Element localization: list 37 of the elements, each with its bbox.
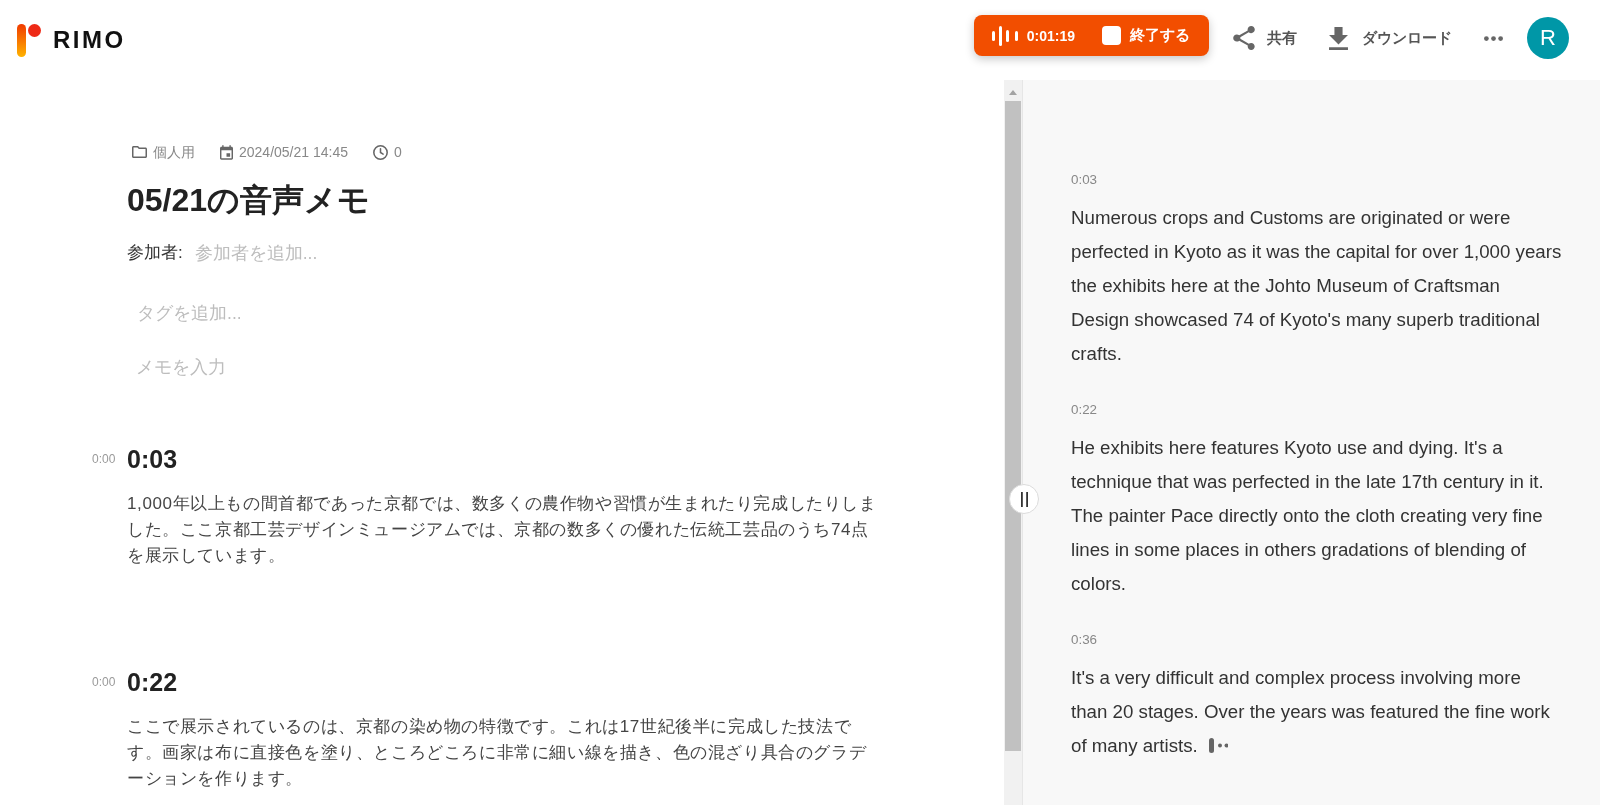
- offset-time: 0:00: [92, 451, 117, 468]
- avatar[interactable]: R: [1527, 17, 1569, 59]
- waveform-icon: [991, 25, 1018, 46]
- offset-time: 0:00: [92, 674, 117, 691]
- scrollbar-thumb[interactable]: [1005, 101, 1021, 751]
- segment-text: ここで展示されているのは、京都の染め物の特徴です。これは17世紀後半に完成した技法です。画家は布に直接色を塗り、ところどころに非常に細い線を描き、色の混ざり具合のグラデーションを作ります。: [127, 716, 868, 790]
- folder-icon: [132, 146, 147, 158]
- calendar-icon: [220, 144, 233, 160]
- date-text: 2024/05/21 14:45: [239, 143, 348, 162]
- transcript-time: 0:03: [1071, 171, 1099, 189]
- segment-time: 0:22: [127, 667, 179, 698]
- tag-field[interactable]: タグを追加...: [127, 295, 527, 331]
- segment-text: 1,000年以上もの間首都であった京都では、数多くの農作物や習慣が生まれたり完成したりしました。ここ京都工芸デザインミュージアムでは、京都の数多くの優れた伝統工芸品のうち74点を展示しています。: [127, 493, 878, 567]
- download-button[interactable]: ダウンロード: [1319, 20, 1462, 56]
- participant-field[interactable]: 参加者を追加...: [194, 240, 555, 266]
- grip-lines-icon: [1020, 491, 1028, 507]
- segment-time: 0:03: [127, 444, 179, 475]
- share-icon: [1233, 26, 1255, 50]
- transcript-text: He exhibits here features Kyoto use and dying. It's a technique that was perfected in the late 17th century in it. The painter Pace directly onto the cloth creating very fine lines in some places in others gradations of blending of colors.: [1071, 437, 1544, 594]
- folder-name: 個人用: [153, 143, 195, 162]
- transcript-text: Numerous crops and Customs are originated or were perfected in Kyoto as it was the capital for over 1,000 years the exhibits here at the Johto Museum of Craftsman Design showcased 74 of Kyoto's many superb traditional crafts.: [1071, 207, 1562, 364]
- memo-field[interactable]: メモを入力: [127, 349, 880, 385]
- clock-icon: [373, 144, 388, 160]
- logo[interactable]: RIMO: [17, 23, 126, 57]
- clock-value: 0: [394, 143, 402, 162]
- participants-label: 参加者:: [127, 242, 183, 264]
- share-button[interactable]: 共有: [1223, 20, 1307, 56]
- recording-timer: 0:01:19: [1026, 27, 1075, 44]
- more-icon: [1484, 35, 1503, 41]
- stop-button[interactable]: 終了する: [1102, 26, 1190, 45]
- transcript-time: 0:22: [1071, 401, 1099, 419]
- note-title: 05/21の音声メモ: [127, 181, 371, 220]
- stop-icon: [1102, 26, 1121, 45]
- transcript-time: 0:36: [1071, 631, 1099, 649]
- transcript-text: It's a very difficult and complex process involving more than 20 stages. Over the years was featured the fine work of many artists.: [1071, 667, 1550, 756]
- logo-mark-icon: [17, 23, 41, 57]
- download-icon: [1329, 26, 1348, 50]
